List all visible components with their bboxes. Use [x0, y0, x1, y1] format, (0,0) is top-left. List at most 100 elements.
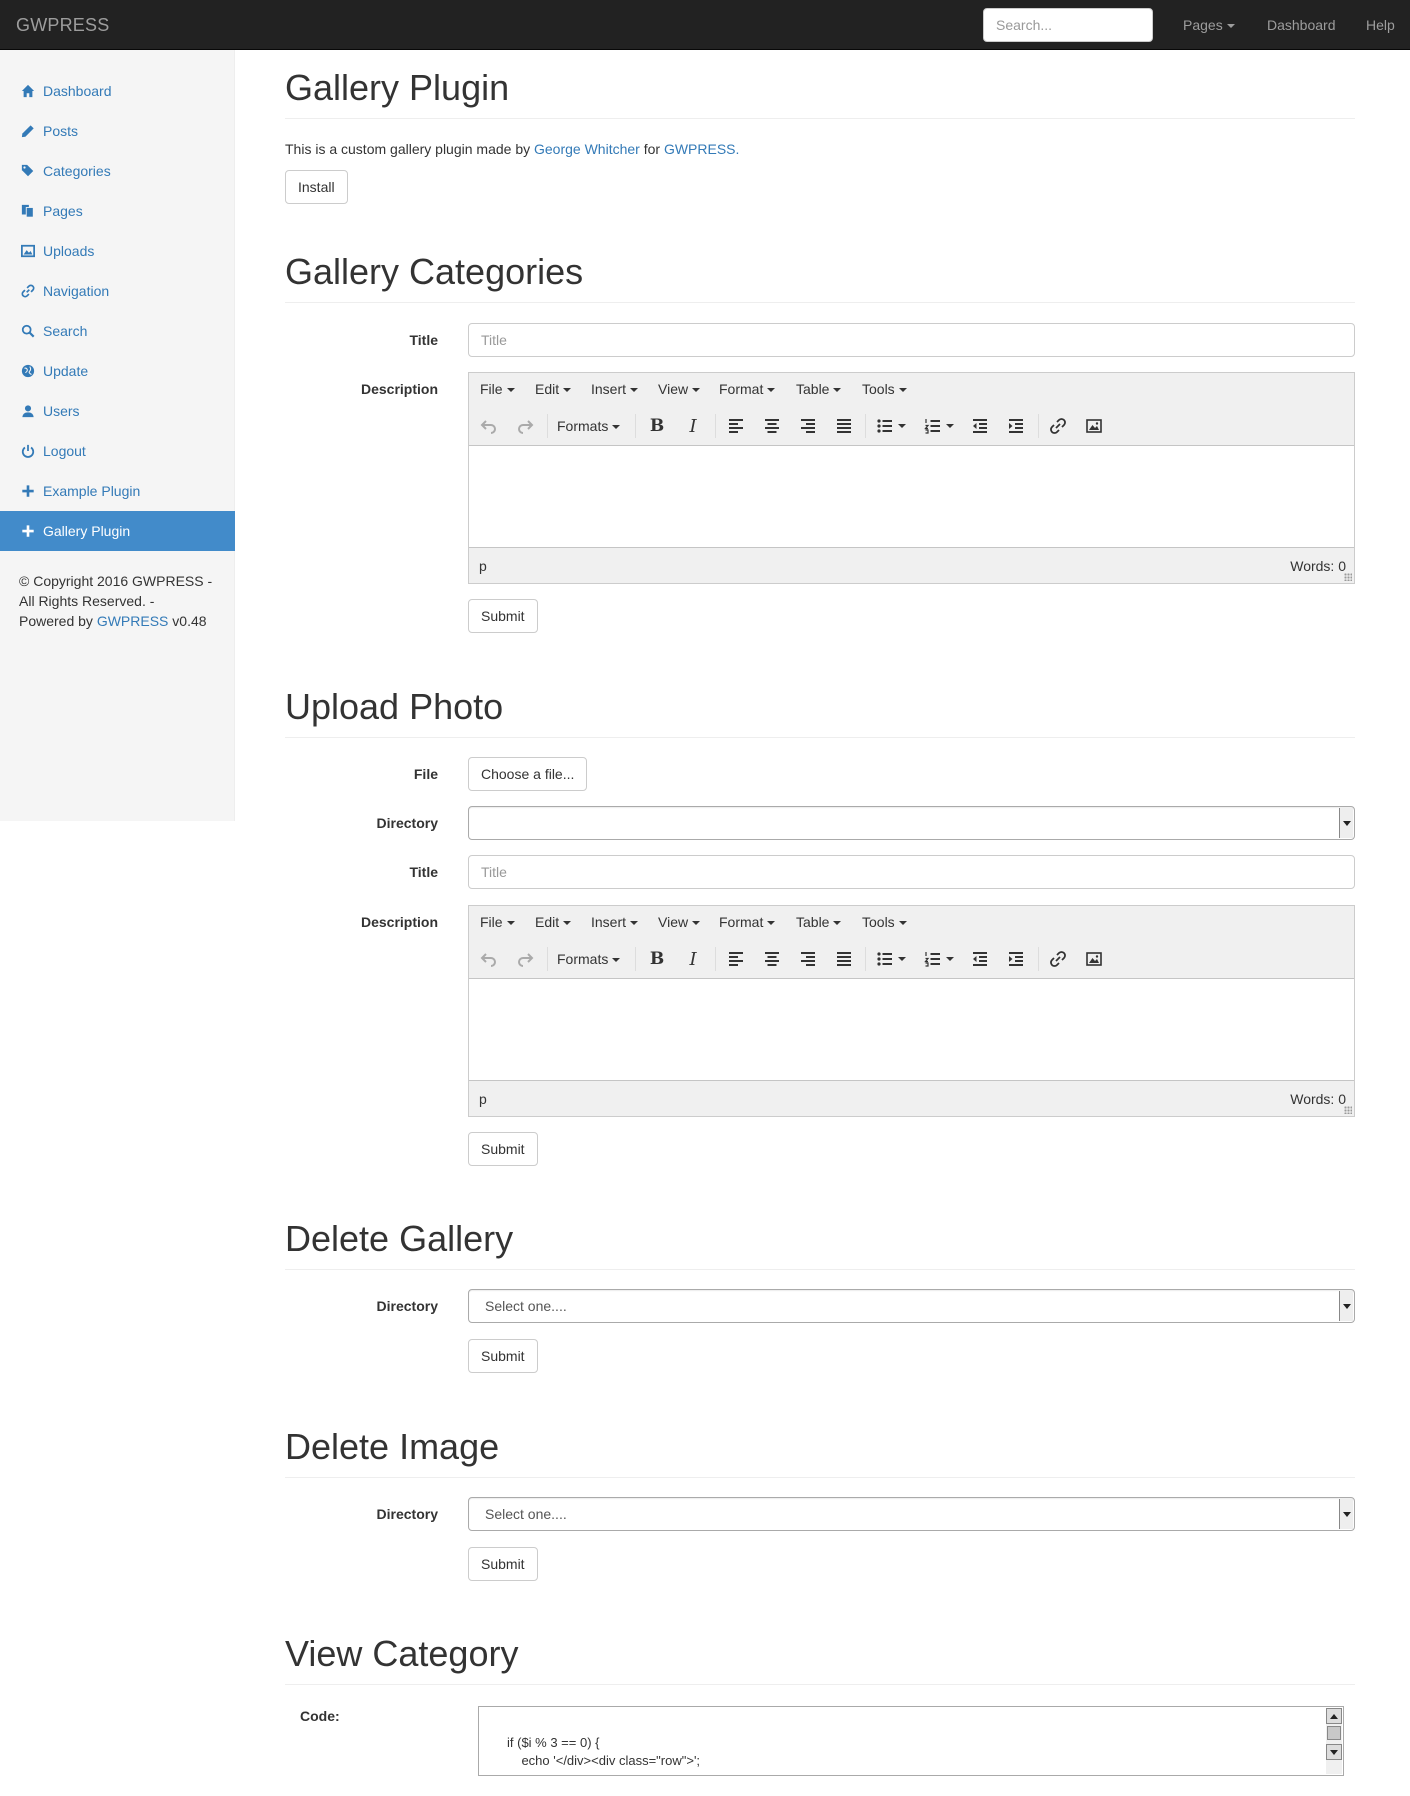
submit-button[interactable]: Submit — [468, 599, 538, 633]
element-path[interactable]: p — [479, 558, 487, 574]
menu-insert-label: Insert — [591, 914, 627, 930]
indent-icon[interactable] — [1000, 410, 1032, 442]
bold-icon[interactable]: B — [641, 943, 673, 975]
scroll-up-icon[interactable] — [1326, 1708, 1342, 1724]
sidebar-item-users[interactable]: Users — [0, 391, 235, 431]
align-center-icon[interactable] — [756, 943, 788, 975]
sidebar-item-gallery-plugin[interactable]: Gallery Plugin — [0, 511, 235, 551]
insert-link-icon[interactable] — [1042, 410, 1074, 442]
sidebar-item-pages[interactable]: Pages — [0, 191, 235, 231]
author-link[interactable]: George Whitcher — [534, 141, 640, 157]
choose-file-button[interactable]: Choose a file... — [468, 757, 588, 791]
submit-button[interactable]: Submit — [468, 1339, 538, 1373]
section-title-delete-image: Delete Image — [285, 1426, 500, 1467]
editor-content-area[interactable] — [469, 980, 1354, 1080]
sidebar-item-categories[interactable]: Categories — [0, 151, 235, 191]
bullet-list-icon[interactable] — [869, 410, 913, 442]
menu-format-label: Format — [719, 381, 764, 397]
formats-label: Formats — [557, 418, 609, 434]
insert-link-icon[interactable] — [1042, 943, 1074, 975]
insert-image-icon[interactable] — [1078, 943, 1110, 975]
scroll-thumb[interactable] — [1327, 1726, 1341, 1740]
scroll-down-icon[interactable] — [1326, 1744, 1342, 1760]
submit-button[interactable]: Submit — [468, 1132, 538, 1166]
editor-content-area[interactable] — [469, 447, 1354, 547]
sidebar-item-label: Example Plugin — [43, 483, 141, 499]
align-right-icon[interactable] — [792, 943, 824, 975]
undo-icon[interactable] — [473, 943, 505, 975]
directory-select[interactable] — [468, 806, 1355, 840]
align-justify-icon[interactable] — [828, 410, 860, 442]
nav-help-link[interactable]: Help — [1366, 0, 1395, 50]
undo-icon[interactable] — [473, 410, 505, 442]
bold-icon[interactable]: B — [641, 410, 673, 442]
site-link[interactable]: GWPRESS. — [664, 141, 739, 157]
formats-dropdown[interactable]: Formats — [557, 943, 621, 975]
menu-file[interactable]: File — [480, 373, 515, 406]
code-textarea[interactable]: if ($i % 3 == 0) { echo '</div><div clas… — [478, 1706, 1344, 1776]
menu-format[interactable]: Format — [719, 906, 776, 939]
section-title-upload-photo: Upload Photo — [285, 686, 504, 727]
menu-insert[interactable]: Insert — [591, 373, 639, 406]
redo-icon[interactable] — [509, 943, 541, 975]
align-justify-icon[interactable] — [828, 943, 860, 975]
menu-insert[interactable]: Insert — [591, 906, 639, 939]
italic-icon[interactable]: I — [677, 410, 709, 442]
sidebar-item-label: Posts — [43, 123, 79, 139]
code-scrollbar[interactable] — [1326, 1708, 1342, 1774]
align-left-icon[interactable] — [720, 410, 752, 442]
formats-dropdown[interactable]: Formats — [557, 410, 621, 442]
picture-icon — [20, 231, 36, 271]
install-button[interactable]: Install — [285, 170, 348, 204]
menu-view[interactable]: View — [658, 373, 701, 406]
resize-handle[interactable] — [1344, 573, 1352, 581]
sidebar-item-dashboard[interactable]: Dashboard — [0, 71, 235, 111]
italic-icon[interactable]: I — [677, 943, 709, 975]
menu-edit[interactable]: Edit — [535, 906, 572, 939]
pages-dropdown[interactable]: Pages — [1183, 0, 1235, 50]
menu-tools[interactable]: Tools — [862, 906, 907, 939]
sidebar-item-label: Users — [43, 403, 80, 419]
menu-table[interactable]: Table — [796, 373, 842, 406]
caret-down-icon — [612, 425, 621, 430]
insert-image-icon[interactable] — [1078, 410, 1110, 442]
redo-icon[interactable] — [509, 410, 541, 442]
photo-title-input[interactable]: Title — [468, 855, 1355, 889]
menu-file[interactable]: File — [480, 906, 515, 939]
sidebar-item-search[interactable]: Search — [0, 311, 235, 351]
resize-handle[interactable] — [1344, 1106, 1352, 1114]
numbered-list-icon[interactable] — [917, 410, 961, 442]
caret-down-icon — [898, 388, 907, 393]
sidebar-item-label: Pages — [43, 203, 83, 219]
submit-button[interactable]: Submit — [468, 1547, 538, 1581]
nav-dashboard-link[interactable]: Dashboard — [1267, 0, 1336, 50]
menu-view[interactable]: View — [658, 906, 701, 939]
outdent-icon[interactable] — [964, 943, 996, 975]
align-right-icon[interactable] — [792, 410, 824, 442]
sidebar-item-navigation[interactable]: Navigation — [0, 271, 235, 311]
outdent-icon[interactable] — [964, 410, 996, 442]
menu-tools[interactable]: Tools — [862, 373, 907, 406]
element-path[interactable]: p — [479, 1091, 487, 1107]
search-input[interactable]: Search... — [983, 8, 1153, 42]
align-left-icon[interactable] — [720, 943, 752, 975]
caret-down-icon — [692, 388, 701, 393]
indent-icon[interactable] — [1000, 943, 1032, 975]
menu-edit[interactable]: Edit — [535, 373, 572, 406]
menu-table[interactable]: Table — [796, 906, 842, 939]
align-center-icon[interactable] — [756, 410, 788, 442]
sidebar-item-example-plugin[interactable]: Example Plugin — [0, 471, 235, 511]
gallery-directory-select[interactable]: Select one.... — [468, 1289, 1355, 1323]
numbered-list-icon[interactable] — [917, 943, 961, 975]
bullet-list-icon[interactable] — [869, 943, 913, 975]
sidebar-item-posts[interactable]: Posts — [0, 111, 235, 151]
sidebar-item-update[interactable]: Update — [0, 351, 235, 391]
sidebar-item-logout[interactable]: Logout — [0, 431, 235, 471]
powered-by-link[interactable]: GWPRESS — [97, 613, 169, 629]
brand-logo[interactable]: GWPRESS — [16, 15, 109, 36]
intro-prefix: This is a custom gallery plugin made by — [285, 141, 531, 157]
image-directory-select[interactable]: Select one.... — [468, 1497, 1355, 1531]
sidebar-item-uploads[interactable]: Uploads — [0, 231, 235, 271]
menu-format[interactable]: Format — [719, 373, 776, 406]
category-title-input[interactable]: Title — [468, 323, 1355, 357]
